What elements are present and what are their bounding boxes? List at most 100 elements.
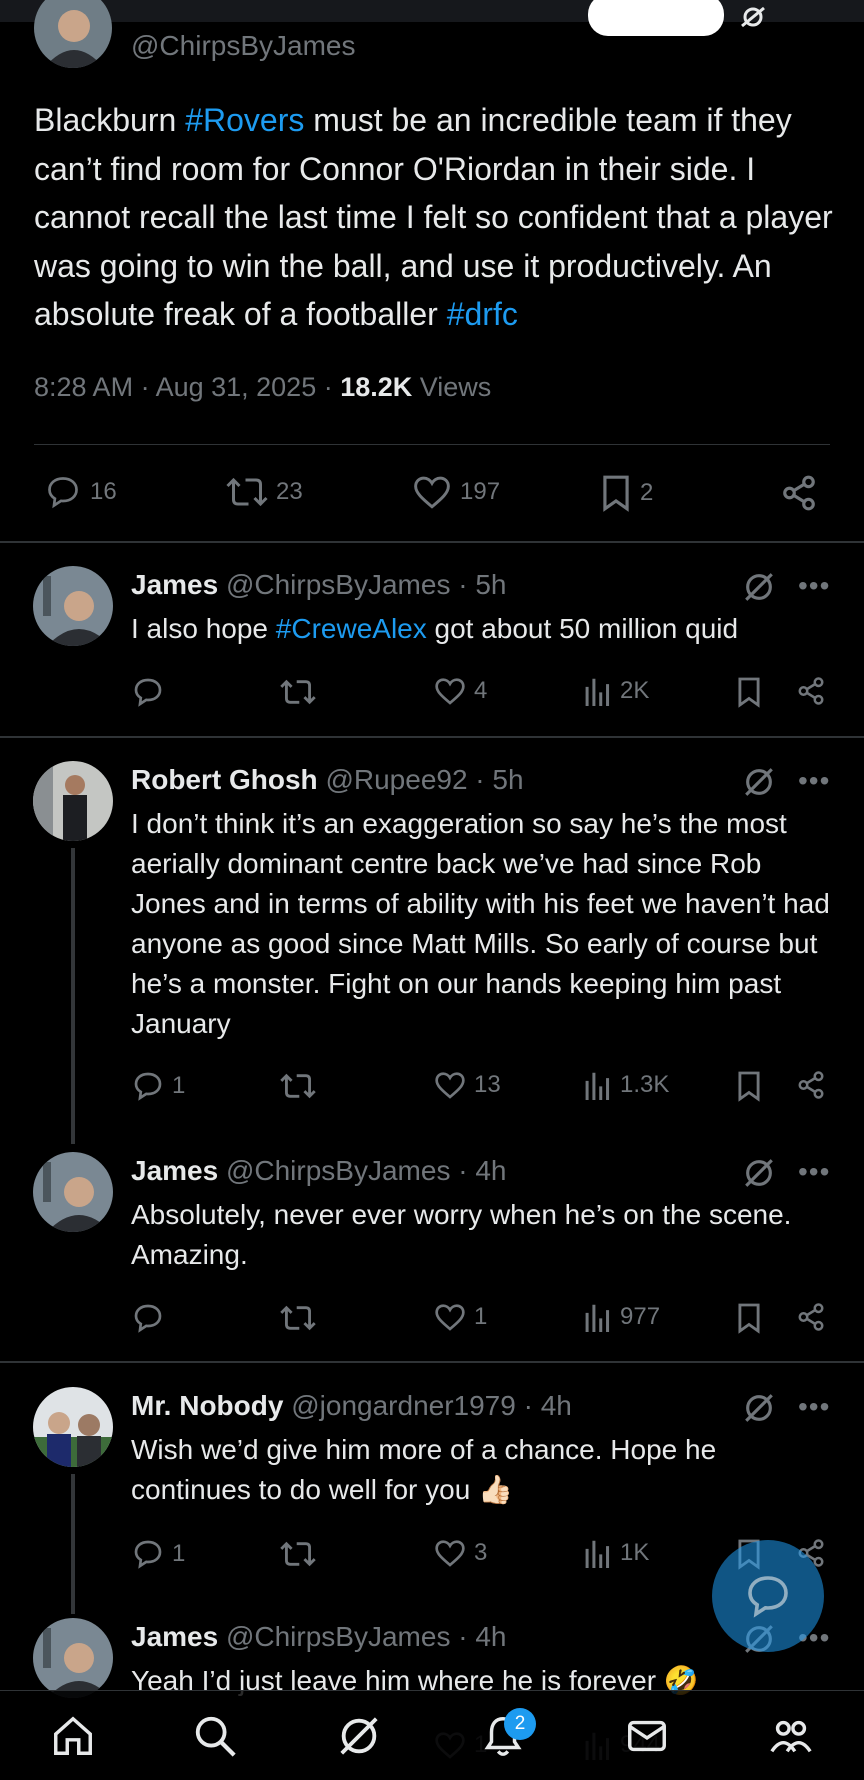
grok-icon[interactable] <box>336 1713 382 1759</box>
bookmark-count: 2 <box>640 479 654 506</box>
communities-icon[interactable] <box>768 1713 814 1759</box>
messages-icon[interactable] <box>624 1713 670 1759</box>
more-options-icon[interactable]: ••• <box>798 1158 830 1186</box>
like-count: 197 <box>460 478 501 505</box>
bookmark-button[interactable] <box>736 676 762 708</box>
repost-button[interactable] <box>280 676 316 708</box>
bookmark-button[interactable] <box>736 1302 762 1334</box>
repost-button[interactable] <box>280 1538 316 1570</box>
like-count: 3 <box>474 1539 488 1566</box>
author-handle[interactable]: @ChirpsByJames · 4h <box>226 1155 507 1186</box>
reply-count: 16 <box>90 478 117 505</box>
home-icon[interactable] <box>50 1713 96 1759</box>
author-name[interactable]: Mr. Nobody <box>131 1390 283 1421</box>
like-count: 13 <box>474 1071 501 1098</box>
avatar[interactable] <box>33 761 113 841</box>
grok-icon[interactable] <box>738 6 768 28</box>
bookmark-icon <box>738 1303 760 1334</box>
heart-icon <box>435 1072 465 1099</box>
reply-button[interactable]: 16 <box>44 474 117 510</box>
like-button[interactable]: 3 <box>434 1538 487 1568</box>
share-button[interactable] <box>780 474 818 512</box>
repost-button[interactable] <box>280 1302 316 1334</box>
views-button[interactable]: 1K <box>584 1538 649 1568</box>
analytics-icon <box>585 1304 610 1332</box>
grok-icon[interactable] <box>742 765 776 799</box>
grok-icon[interactable] <box>742 1391 776 1425</box>
avatar[interactable] <box>33 1387 113 1467</box>
views-button[interactable]: 977 <box>584 1302 660 1332</box>
analytics-icon <box>585 678 610 706</box>
author-handle[interactable]: @ChirpsByJames · 4h <box>226 1621 507 1652</box>
reply-button[interactable] <box>132 1302 172 1334</box>
hashtag-link[interactable]: #drfc <box>447 296 518 332</box>
grok-icon[interactable] <box>742 1156 776 1190</box>
hashtag-link[interactable]: #Rovers <box>185 102 304 138</box>
author-name[interactable]: Robert Ghosh <box>131 764 318 795</box>
notification-badge: 2 <box>504 1708 536 1740</box>
share-button[interactable] <box>796 1302 826 1332</box>
reply-button[interactable]: 1 <box>132 1538 185 1570</box>
author-handle[interactable]: @jongardner1979 · 4h <box>291 1390 572 1421</box>
reply-icon <box>134 1540 162 1569</box>
reply-text: I also hope #CreweAlex got about 50 mill… <box>131 613 739 644</box>
reply-header: Robert Ghosh @Rupee92 · 5h <box>131 764 524 796</box>
repost-button[interactable] <box>280 1070 316 1102</box>
avatar[interactable] <box>33 566 113 646</box>
reply-button[interactable] <box>132 676 172 708</box>
author-handle[interactable]: @ChirpsByJames <box>131 30 355 62</box>
repost-icon <box>280 1305 316 1331</box>
share-button[interactable] <box>796 1070 826 1100</box>
repost-count: 23 <box>276 478 303 505</box>
views-count: 977 <box>620 1303 661 1330</box>
bookmark-icon <box>738 677 760 708</box>
bookmark-button[interactable] <box>736 1070 762 1102</box>
analytics-icon <box>585 1540 610 1568</box>
like-button[interactable]: 1 <box>434 1302 487 1332</box>
share-button[interactable] <box>796 676 826 706</box>
compose-reply-button[interactable] <box>712 1540 824 1652</box>
share-icon <box>798 677 824 705</box>
reply-icon <box>48 477 78 509</box>
author-handle[interactable]: @Rupee92 · 5h <box>325 764 523 795</box>
views-count: 1K <box>620 1539 650 1566</box>
like-button[interactable]: 4 <box>434 676 487 706</box>
search-icon[interactable] <box>192 1713 238 1759</box>
reply-header: James @ChirpsByJames · 4h <box>131 1155 506 1187</box>
more-options-icon[interactable]: ••• <box>798 572 830 600</box>
share-icon <box>783 475 815 511</box>
views-button[interactable]: 2K <box>584 676 649 706</box>
tweet-timestamp[interactable]: 8:28 AM · Aug 31, 2025 · <box>34 372 340 402</box>
heart-icon <box>414 476 450 509</box>
bookmark-icon <box>603 475 629 512</box>
follow-button[interactable] <box>588 0 724 36</box>
tweet-text: Blackburn #Rovers must be an incredible … <box>34 102 833 332</box>
reply-count: 1 <box>172 1540 186 1567</box>
avatar[interactable] <box>34 0 112 68</box>
repost-icon <box>280 679 316 705</box>
hashtag-link[interactable]: #CreweAlex <box>276 613 427 644</box>
thread-line <box>71 848 75 1144</box>
divider <box>34 444 830 445</box>
reply-icon <box>134 1072 162 1101</box>
views-button[interactable]: 1.3K <box>584 1070 669 1100</box>
repost-button[interactable]: 23 <box>226 474 303 510</box>
reply-count: 1 <box>172 1072 186 1099</box>
analytics-icon <box>585 1072 610 1100</box>
like-button[interactable]: 13 <box>434 1070 501 1100</box>
author-name[interactable]: James <box>131 1621 218 1652</box>
more-options-icon[interactable]: ••• <box>798 767 830 795</box>
author-handle[interactable]: @ChirpsByJames · 5h <box>226 569 507 600</box>
avatar[interactable] <box>33 1152 113 1232</box>
author-name[interactable]: James <box>131 1155 218 1186</box>
reply-header: James @ChirpsByJames · 5h <box>131 569 506 601</box>
reply-text: I don’t think it’s an exaggeration so sa… <box>131 808 830 1039</box>
reply-button[interactable]: 1 <box>132 1070 185 1102</box>
avatar[interactable] <box>33 1618 113 1698</box>
like-button[interactable]: 197 <box>412 474 500 510</box>
bookmark-button[interactable]: 2 <box>600 474 653 512</box>
more-options-icon[interactable]: ••• <box>798 1393 830 1421</box>
grok-icon[interactable] <box>742 570 776 604</box>
heart-icon <box>435 678 465 705</box>
author-name[interactable]: James <box>131 569 218 600</box>
